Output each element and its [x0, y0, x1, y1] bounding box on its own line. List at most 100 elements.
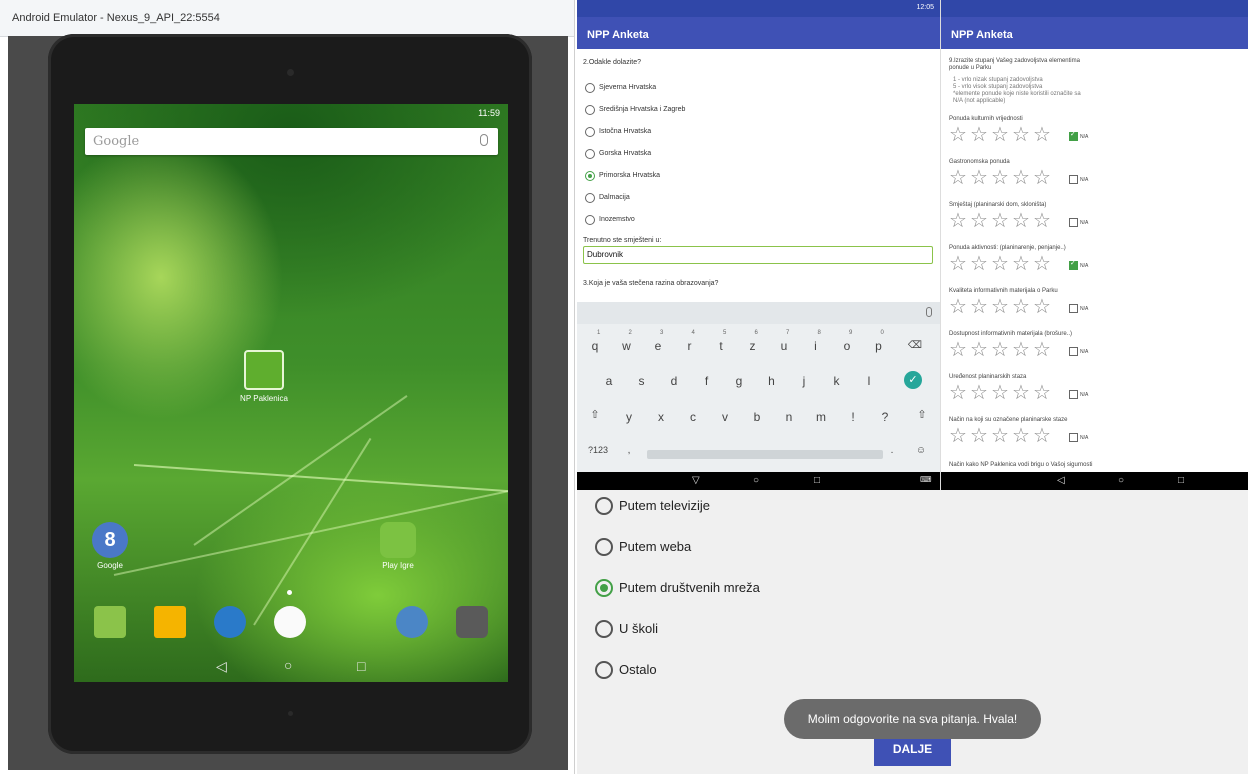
radio-button[interactable]	[585, 149, 595, 159]
star-rating[interactable]: ☆ ☆ ☆ ☆ ☆	[949, 254, 1069, 274]
space-bar[interactable]	[647, 450, 883, 459]
nav-home-icon[interactable]: ○	[284, 657, 292, 673]
star-icon[interactable]: ☆	[970, 168, 988, 188]
symbols-key[interactable]: ?123	[583, 445, 613, 455]
star-icon[interactable]: ☆	[1033, 383, 1051, 403]
nav-home-icon[interactable]: ○	[753, 475, 759, 486]
key-o[interactable]: o	[837, 339, 857, 353]
radio-button[interactable]	[585, 105, 595, 115]
star-icon[interactable]: ☆	[991, 168, 1009, 188]
key-m[interactable]: m	[811, 410, 831, 424]
mic-icon[interactable]	[926, 307, 932, 317]
radio-button[interactable]	[595, 538, 613, 556]
star-icon[interactable]: ☆	[970, 125, 988, 145]
key-e[interactable]: e	[648, 339, 668, 353]
emulator-title-bar[interactable]: Android Emulator - Nexus_9_API_22:5554	[0, 0, 574, 37]
star-icon[interactable]: ☆	[949, 383, 967, 403]
star-icon[interactable]: ☆	[991, 426, 1009, 446]
app-google[interactable]: 8 Google	[84, 522, 136, 570]
na-checkbox[interactable]	[1069, 130, 1078, 141]
key-?[interactable]: ?	[875, 410, 895, 424]
star-rating[interactable]: ☆ ☆ ☆ ☆ ☆	[949, 383, 1069, 403]
key-b[interactable]: b	[747, 410, 767, 424]
star-icon[interactable]: ☆	[970, 340, 988, 360]
emoji-icon[interactable]: ☺	[911, 445, 931, 456]
nav-recents-icon[interactable]: □	[357, 658, 365, 674]
star-icon[interactable]: ☆	[1033, 211, 1051, 231]
star-rating[interactable]: ☆ ☆ ☆ ☆ ☆	[949, 297, 1069, 317]
na-checkbox[interactable]	[1069, 347, 1078, 356]
star-icon[interactable]: ☆	[1012, 383, 1030, 403]
comma-key[interactable]: ,	[619, 445, 639, 456]
key-x[interactable]: x	[651, 410, 671, 424]
star-icon[interactable]: ☆	[1033, 254, 1051, 274]
na-checkbox[interactable]	[1069, 433, 1078, 442]
star-icon[interactable]: ☆	[991, 125, 1009, 145]
star-icon[interactable]: ☆	[1033, 125, 1051, 145]
app-np-paklenica[interactable]: NP Paklenica	[224, 350, 304, 403]
nav-recents-icon[interactable]: □	[1178, 475, 1184, 486]
star-icon[interactable]: ☆	[970, 426, 988, 446]
star-rating[interactable]: ☆ ☆ ☆ ☆ ☆	[949, 426, 1069, 446]
star-icon[interactable]: ☆	[1033, 168, 1051, 188]
star-icon[interactable]: ☆	[1012, 340, 1030, 360]
key-g[interactable]: g	[729, 374, 749, 388]
key-n[interactable]: n	[779, 410, 799, 424]
nav-back-icon[interactable]: ◁	[1057, 475, 1065, 486]
star-icon[interactable]: ☆	[970, 383, 988, 403]
key-c[interactable]: c	[683, 410, 703, 424]
star-icon[interactable]: ☆	[1012, 125, 1030, 145]
key-k[interactable]: k	[827, 374, 847, 388]
star-icon[interactable]: ☆	[949, 168, 967, 188]
star-icon[interactable]: ☆	[970, 297, 988, 317]
star-icon[interactable]: ☆	[949, 426, 967, 446]
star-icon[interactable]: ☆	[1012, 426, 1030, 446]
na-checkbox[interactable]	[1069, 390, 1078, 399]
star-icon[interactable]: ☆	[1012, 211, 1030, 231]
star-icon[interactable]: ☆	[991, 297, 1009, 317]
star-icon[interactable]: ☆	[991, 254, 1009, 274]
email-icon[interactable]	[154, 606, 186, 638]
key-f[interactable]: f	[697, 374, 717, 388]
nav-recents-icon[interactable]: □	[814, 475, 820, 486]
na-checkbox[interactable]	[1069, 175, 1078, 184]
key-h[interactable]: h	[762, 374, 782, 388]
star-icon[interactable]: ☆	[1012, 297, 1030, 317]
star-icon[interactable]: ☆	[991, 211, 1009, 231]
radio-button[interactable]	[595, 579, 613, 597]
shift-right-icon[interactable]: ⇧	[912, 408, 932, 421]
star-icon[interactable]: ☆	[949, 125, 967, 145]
key-l[interactable]: l	[859, 374, 879, 388]
star-rating[interactable]: ☆ ☆ ☆ ☆ ☆	[949, 125, 1069, 145]
shift-left-icon[interactable]: ⇧	[585, 408, 605, 421]
star-icon[interactable]: ☆	[970, 254, 988, 274]
key-z[interactable]: z	[743, 339, 763, 353]
star-icon[interactable]: ☆	[949, 211, 967, 231]
camera-icon[interactable]	[456, 606, 488, 638]
radio-button[interactable]	[585, 193, 595, 203]
star-icon[interactable]: ☆	[970, 211, 988, 231]
star-rating[interactable]: ☆ ☆ ☆ ☆ ☆	[949, 168, 1069, 188]
na-checkbox[interactable]	[1069, 218, 1078, 227]
key-s[interactable]: s	[632, 374, 652, 388]
period-key[interactable]: .	[882, 445, 902, 456]
app-drawer-icon[interactable]	[274, 606, 306, 638]
radio-button[interactable]	[585, 215, 595, 225]
star-icon[interactable]: ☆	[1033, 340, 1051, 360]
key-w[interactable]: w	[617, 339, 637, 353]
star-icon[interactable]: ☆	[949, 254, 967, 274]
radio-button[interactable]	[585, 83, 595, 93]
backspace-icon[interactable]: ⌫	[905, 340, 925, 351]
radio-button[interactable]	[595, 661, 613, 679]
google-search-bar[interactable]: Google	[85, 128, 498, 155]
key-t[interactable]: t	[711, 339, 731, 353]
key-y[interactable]: y	[619, 410, 639, 424]
na-checkbox[interactable]	[1069, 304, 1078, 313]
messaging-icon[interactable]	[94, 606, 126, 638]
key-v[interactable]: v	[715, 410, 735, 424]
browser-icon[interactable]	[214, 606, 246, 638]
key-p[interactable]: p	[869, 339, 889, 353]
nav-back-icon[interactable]: ▽	[692, 475, 700, 486]
star-rating[interactable]: ☆ ☆ ☆ ☆ ☆	[949, 211, 1069, 231]
star-icon[interactable]: ☆	[1033, 426, 1051, 446]
